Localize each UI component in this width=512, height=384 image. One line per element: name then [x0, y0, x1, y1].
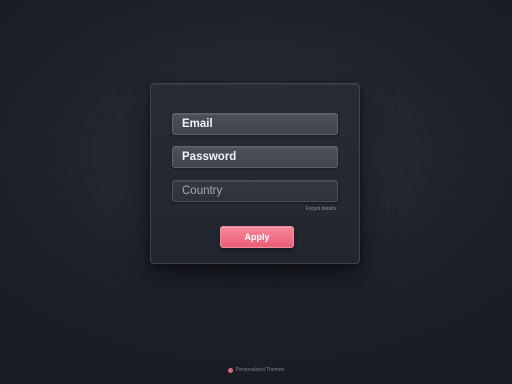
field-hint-link[interactable]: Forgot details: [306, 206, 336, 212]
circle-icon: [227, 367, 233, 373]
country-field[interactable]: Country: [172, 180, 338, 202]
country-field-placeholder: Country: [182, 185, 223, 197]
footer: Personalized Themes: [0, 367, 512, 373]
footer-text: Personalized Themes: [235, 367, 285, 373]
password-field[interactable]: Password: [172, 146, 338, 168]
email-field[interactable]: Email: [172, 113, 338, 135]
submit-button-label: Apply: [244, 232, 270, 242]
email-field-value: Email: [182, 118, 213, 130]
submit-button[interactable]: Apply: [220, 226, 294, 248]
password-field-value: Password: [182, 151, 237, 163]
login-form-card: Email Password Country Forgot details Ap…: [150, 83, 360, 264]
